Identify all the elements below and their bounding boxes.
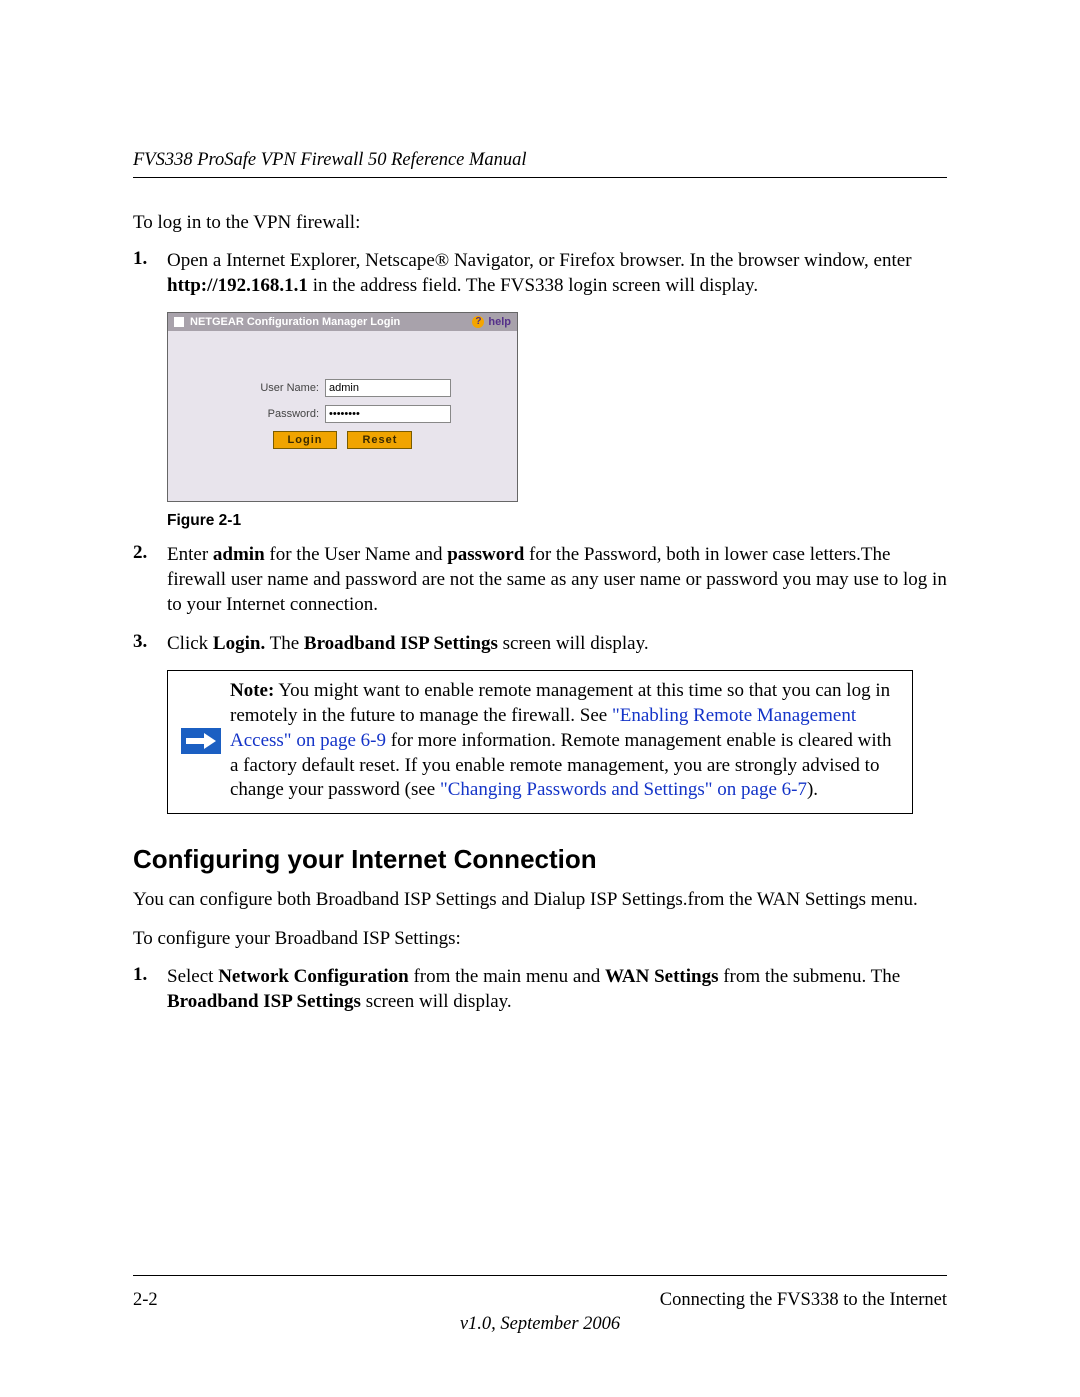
password-label: Password:: [234, 408, 325, 420]
page-number: 2-2: [133, 1290, 158, 1311]
paragraph: To configure your Broadband ISP Settings…: [133, 928, 947, 950]
url-text: http://192.168.1.1: [167, 275, 308, 296]
step-content: Select Network Configuration from the ma…: [167, 964, 947, 1014]
text: from the main menu and: [409, 966, 605, 987]
bold-text: Broadband ISP Settings: [304, 633, 498, 654]
login-buttons: Login Reset: [188, 431, 497, 449]
step-content: Click Login. The Broadband ISP Settings …: [167, 631, 947, 656]
arrow-right-icon: [181, 728, 221, 754]
login-panel: NETGEAR Configuration Manager Login ? he…: [167, 312, 518, 502]
cross-ref-link[interactable]: "Changing Passwords and Settings" on pag…: [440, 779, 807, 800]
figure-2-1: NETGEAR Configuration Manager Login ? he…: [167, 312, 947, 530]
step-1: 1. Open a Internet Explorer, Netscape® N…: [133, 248, 947, 298]
bold-text: WAN Settings: [605, 966, 718, 987]
username-input[interactable]: [325, 379, 451, 397]
step-2: 2. Enter admin for the User Name and pas…: [133, 542, 947, 617]
step-config-1: 1. Select Network Configuration from the…: [133, 964, 947, 1014]
text: Open a Internet Explorer, Netscape® Navi…: [167, 250, 912, 271]
text: screen will display.: [498, 633, 649, 654]
bold-text: Broadband ISP Settings: [167, 991, 361, 1012]
text: Select: [167, 966, 218, 987]
help-link[interactable]: ? help: [472, 316, 511, 328]
note-box: Note: You might want to enable remote ma…: [167, 670, 913, 813]
bold-text: Network Configuration: [218, 966, 409, 987]
paragraph: You can configure both Broadband ISP Set…: [133, 887, 947, 912]
step-content: Open a Internet Explorer, Netscape® Navi…: [167, 248, 947, 298]
step-number: 2.: [133, 542, 167, 617]
text: The: [265, 633, 304, 654]
text: Click: [167, 633, 213, 654]
window-icon: [174, 317, 184, 327]
text: in the address field. The FVS338 login s…: [308, 275, 758, 296]
login-button[interactable]: Login: [273, 431, 338, 449]
text: for the User Name and: [265, 544, 448, 565]
section-heading: Configuring your Internet Connection: [133, 844, 947, 875]
username-row: User Name:: [188, 379, 497, 397]
note-lead: Note:: [230, 680, 274, 701]
login-title: NETGEAR Configuration Manager Login: [190, 316, 400, 328]
username-label: User Name:: [234, 382, 325, 394]
step-3: 3. Click Login. The Broadband ISP Settin…: [133, 631, 947, 656]
help-label: help: [488, 316, 511, 328]
password-row: Password:: [188, 405, 497, 423]
bold-text: password: [447, 544, 524, 565]
step-content: Enter admin for the User Name and passwo…: [167, 542, 947, 617]
text: from the submenu. The: [718, 966, 900, 987]
header-divider: [133, 177, 947, 178]
password-input[interactable]: [325, 405, 451, 423]
bold-text: admin: [213, 544, 265, 565]
footer-line: 2-2 Connecting the FVS338 to the Interne…: [133, 1290, 947, 1311]
login-body: User Name: Password: Login Reset: [168, 331, 517, 501]
note-icon-cell: [178, 679, 224, 802]
text: Enter: [167, 544, 213, 565]
figure-caption: Figure 2-1: [167, 512, 947, 530]
intro-text: To log in to the VPN firewall:: [133, 212, 947, 234]
text: screen will display.: [361, 991, 512, 1012]
running-header: FVS338 ProSafe VPN Firewall 50 Reference…: [133, 150, 947, 171]
login-header: NETGEAR Configuration Manager Login ? he…: [168, 313, 517, 331]
version-footer: v1.0, September 2006: [0, 1314, 1080, 1335]
manual-page: FVS338 ProSafe VPN Firewall 50 Reference…: [0, 0, 1080, 1397]
step-number: 3.: [133, 631, 167, 656]
help-icon: ?: [472, 316, 484, 328]
text: ).: [807, 779, 818, 800]
reset-button[interactable]: Reset: [347, 431, 412, 449]
footer-divider: [133, 1275, 947, 1276]
step-number: 1.: [133, 964, 167, 1014]
bold-text: Login.: [213, 633, 265, 654]
note-text: Note: You might want to enable remote ma…: [224, 679, 902, 802]
chapter-title: Connecting the FVS338 to the Internet: [660, 1290, 947, 1311]
step-number: 1.: [133, 248, 167, 298]
